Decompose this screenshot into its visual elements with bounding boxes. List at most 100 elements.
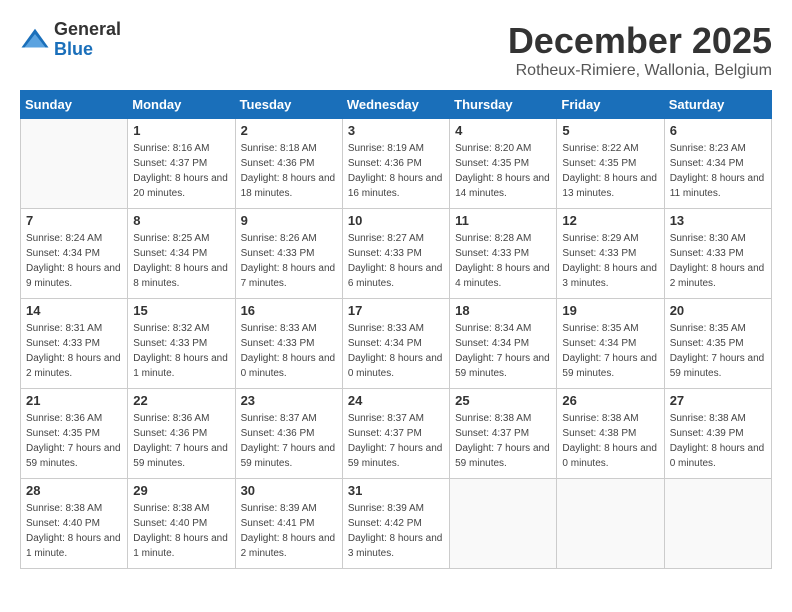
- calendar-cell: [21, 119, 128, 209]
- day-info: Sunrise: 8:38 AMSunset: 4:40 PMDaylight:…: [26, 501, 122, 561]
- calendar-cell: 1Sunrise: 8:16 AMSunset: 4:37 PMDaylight…: [128, 119, 235, 209]
- calendar-cell: 14 Sunrise: 8:31 AMSunset: 4:33 PMDayligh…: [21, 299, 128, 389]
- calendar-cell: 15 Sunrise: 8:32 AMSunset: 4:33 PMDayligh…: [128, 299, 235, 389]
- day-info: Sunrise: 8:34 AMSunset: 4:34 PMDaylight:…: [455, 321, 551, 381]
- day-number: 19: [562, 303, 658, 318]
- day-number: 9: [241, 213, 337, 228]
- calendar-week-row: 14 Sunrise: 8:31 AMSunset: 4:33 PMDayligh…: [21, 299, 772, 389]
- calendar-cell: 4 Sunrise: 8:20 AMSunset: 4:35 PMDaylight…: [450, 119, 557, 209]
- day-number: 15: [133, 303, 229, 318]
- day-number: 10: [348, 213, 444, 228]
- day-info: Sunrise: 8:31 AMSunset: 4:33 PMDaylight:…: [26, 321, 122, 381]
- day-number: 29: [133, 483, 229, 498]
- calendar-cell: 25Sunrise: 8:38 AMSunset: 4:37 PMDayligh…: [450, 389, 557, 479]
- day-info: Sunrise: 8:32 AMSunset: 4:33 PMDaylight:…: [133, 321, 229, 381]
- day-number: 28: [26, 483, 122, 498]
- calendar-cell: 24Sunrise: 8:37 AMSunset: 4:37 PMDayligh…: [342, 389, 449, 479]
- day-info: Sunrise: 8:35 AMSunset: 4:35 PMDaylight:…: [670, 321, 766, 381]
- weekday-header-tuesday: Tuesday: [235, 91, 342, 119]
- day-info: Sunrise: 8:18 AMSunset: 4:36 PMDaylight:…: [241, 141, 337, 201]
- calendar-cell: 12Sunrise: 8:29 AMSunset: 4:33 PMDayligh…: [557, 209, 664, 299]
- calendar-week-row: 21Sunrise: 8:36 AMSunset: 4:35 PMDayligh…: [21, 389, 772, 479]
- weekday-header-row: SundayMondayTuesdayWednesdayThursdayFrid…: [21, 91, 772, 119]
- calendar-cell: 31Sunrise: 8:39 AMSunset: 4:42 PMDayligh…: [342, 479, 449, 569]
- day-info: Sunrise: 8:38 AMSunset: 4:37 PMDaylight:…: [455, 411, 551, 471]
- day-number: 26: [562, 393, 658, 408]
- day-info: Sunrise: 8:25 AMSunset: 4:34 PMDaylight:…: [133, 231, 229, 291]
- weekday-header-sunday: Sunday: [21, 91, 128, 119]
- day-number: 5: [562, 123, 658, 138]
- calendar-cell: 13Sunrise: 8:30 AMSunset: 4:33 PMDayligh…: [664, 209, 771, 299]
- day-info: Sunrise: 8:39 AMSunset: 4:41 PMDaylight:…: [241, 501, 337, 561]
- day-info: Sunrise: 8:26 AMSunset: 4:33 PMDaylight:…: [241, 231, 337, 291]
- calendar-cell: 10 Sunrise: 8:27 AMSunset: 4:33 PMDayligh…: [342, 209, 449, 299]
- day-number: 3: [348, 123, 444, 138]
- calendar-cell: 28 Sunrise: 8:38 AMSunset: 4:40 PMDayligh…: [21, 479, 128, 569]
- calendar-cell: 16 Sunrise: 8:33 AMSunset: 4:33 PMDayligh…: [235, 299, 342, 389]
- day-number: 27: [670, 393, 766, 408]
- day-info: Sunrise: 8:38 AMSunset: 4:40 PMDaylight:…: [133, 501, 229, 561]
- day-number: 13: [670, 213, 766, 228]
- calendar-cell: [557, 479, 664, 569]
- day-number: 11: [455, 213, 551, 228]
- day-info: Sunrise: 8:28 AMSunset: 4:33 PMDaylight:…: [455, 231, 551, 291]
- calendar-cell: 26Sunrise: 8:38 AMSunset: 4:38 PMDayligh…: [557, 389, 664, 479]
- day-number: 23: [241, 393, 337, 408]
- day-info: Sunrise: 8:19 AMSunset: 4:36 PMDaylight:…: [348, 141, 444, 201]
- calendar-cell: 7Sunrise: 8:24 AMSunset: 4:34 PMDaylight…: [21, 209, 128, 299]
- day-info: Sunrise: 8:23 AMSunset: 4:34 PMDaylight:…: [670, 141, 766, 201]
- month-title: December 2025: [508, 20, 772, 62]
- calendar-cell: 30 Sunrise: 8:39 AMSunset: 4:41 PMDayligh…: [235, 479, 342, 569]
- day-number: 8: [133, 213, 229, 228]
- calendar-cell: 21Sunrise: 8:36 AMSunset: 4:35 PMDayligh…: [21, 389, 128, 479]
- page-header: General Blue December 2025 Rotheux-Rimie…: [20, 20, 772, 80]
- calendar-cell: 27 Sunrise: 8:38 AMSunset: 4:39 PMDayligh…: [664, 389, 771, 479]
- logo-icon: [20, 25, 50, 55]
- calendar-cell: 18 Sunrise: 8:34 AMSunset: 4:34 PMDayligh…: [450, 299, 557, 389]
- day-number: 16: [241, 303, 337, 318]
- calendar-cell: 6Sunrise: 8:23 AMSunset: 4:34 PMDaylight…: [664, 119, 771, 209]
- day-info: Sunrise: 8:38 AMSunset: 4:39 PMDaylight:…: [670, 411, 766, 471]
- day-number: 30: [241, 483, 337, 498]
- calendar-cell: 11 Sunrise: 8:28 AMSunset: 4:33 PMDayligh…: [450, 209, 557, 299]
- day-info: Sunrise: 8:35 AMSunset: 4:34 PMDaylight:…: [562, 321, 658, 381]
- day-info: Sunrise: 8:27 AMSunset: 4:33 PMDaylight:…: [348, 231, 444, 291]
- day-number: 17: [348, 303, 444, 318]
- weekday-header-friday: Friday: [557, 91, 664, 119]
- logo: General Blue: [20, 20, 121, 60]
- calendar-cell: 23 Sunrise: 8:37 AMSunset: 4:36 PMDayligh…: [235, 389, 342, 479]
- day-number: 12: [562, 213, 658, 228]
- day-info: Sunrise: 8:36 AMSunset: 4:36 PMDaylight:…: [133, 411, 229, 471]
- day-info: Sunrise: 8:20 AMSunset: 4:35 PMDaylight:…: [455, 141, 551, 201]
- calendar-week-row: 1Sunrise: 8:16 AMSunset: 4:37 PMDaylight…: [21, 119, 772, 209]
- logo-text: General Blue: [54, 20, 121, 60]
- calendar-cell: 9 Sunrise: 8:26 AMSunset: 4:33 PMDaylight…: [235, 209, 342, 299]
- day-number: 2: [241, 123, 337, 138]
- day-number: 4: [455, 123, 551, 138]
- weekday-header-wednesday: Wednesday: [342, 91, 449, 119]
- calendar-cell: 20 Sunrise: 8:35 AMSunset: 4:35 PMDayligh…: [664, 299, 771, 389]
- calendar-cell: 22Sunrise: 8:36 AMSunset: 4:36 PMDayligh…: [128, 389, 235, 479]
- logo-blue-text: Blue: [54, 40, 121, 60]
- calendar-cell: [664, 479, 771, 569]
- title-block: December 2025 Rotheux-Rimiere, Wallonia,…: [508, 20, 772, 80]
- day-info: Sunrise: 8:22 AMSunset: 4:35 PMDaylight:…: [562, 141, 658, 201]
- weekday-header-saturday: Saturday: [664, 91, 771, 119]
- calendar-cell: [450, 479, 557, 569]
- day-info: Sunrise: 8:37 AMSunset: 4:36 PMDaylight:…: [241, 411, 337, 471]
- calendar-cell: 8 Sunrise: 8:25 AMSunset: 4:34 PMDaylight…: [128, 209, 235, 299]
- calendar-cell: 29 Sunrise: 8:38 AMSunset: 4:40 PMDayligh…: [128, 479, 235, 569]
- weekday-header-thursday: Thursday: [450, 91, 557, 119]
- day-number: 18: [455, 303, 551, 318]
- calendar-cell: 3 Sunrise: 8:19 AMSunset: 4:36 PMDaylight…: [342, 119, 449, 209]
- day-info: Sunrise: 8:33 AMSunset: 4:34 PMDaylight:…: [348, 321, 444, 381]
- location-title: Rotheux-Rimiere, Wallonia, Belgium: [508, 62, 772, 80]
- day-number: 14: [26, 303, 122, 318]
- calendar-table: SundayMondayTuesdayWednesdayThursdayFrid…: [20, 90, 772, 569]
- day-number: 21: [26, 393, 122, 408]
- calendar-week-row: 28 Sunrise: 8:38 AMSunset: 4:40 PMDayligh…: [21, 479, 772, 569]
- calendar-cell: 2 Sunrise: 8:18 AMSunset: 4:36 PMDaylight…: [235, 119, 342, 209]
- day-number: 20: [670, 303, 766, 318]
- day-number: 1: [133, 123, 229, 138]
- day-info: Sunrise: 8:33 AMSunset: 4:33 PMDaylight:…: [241, 321, 337, 381]
